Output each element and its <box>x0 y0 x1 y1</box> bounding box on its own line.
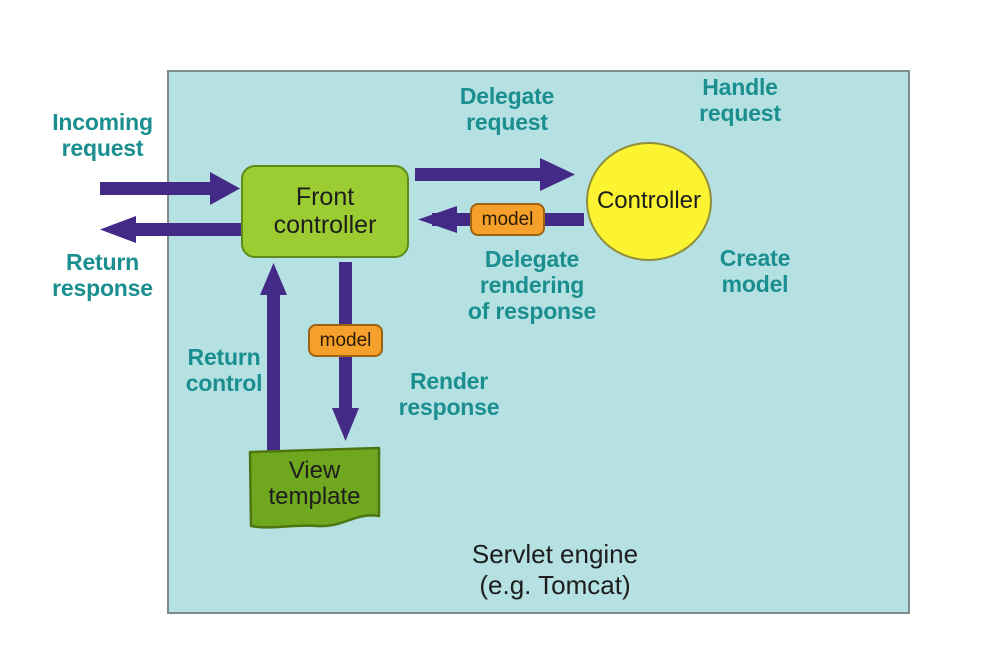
label-return-control: Return control <box>185 344 263 396</box>
label-delegate-rendering-of-response: Delegate rendering of response <box>467 246 597 324</box>
label-render-response: Render response <box>398 368 500 420</box>
node-view-template-label: View template <box>268 457 361 511</box>
model-badge-render-response[interactable]: model <box>308 324 383 357</box>
label-return-response: Return response <box>52 249 153 301</box>
label-incoming-request: Incoming request <box>52 109 153 161</box>
node-front-controller[interactable]: Front controller <box>241 165 409 258</box>
diagram-canvas: Front controller Controller View templat… <box>0 0 1000 653</box>
servlet-engine-caption: Servlet engine (e.g. Tomcat) <box>471 539 639 600</box>
model-badge-delegate-rendering[interactable]: model <box>470 203 545 236</box>
node-front-controller-label: Front controller <box>273 183 377 239</box>
model-badge-label: model <box>481 208 534 230</box>
model-badge-label: model <box>319 329 372 351</box>
node-view-template[interactable]: View template <box>247 446 382 534</box>
node-controller[interactable]: Controller <box>586 142 712 261</box>
label-handle-request: Handle request <box>699 74 781 126</box>
node-controller-label: Controller <box>596 187 702 215</box>
label-create-model: Create model <box>719 245 791 297</box>
label-delegate-request: Delegate request <box>459 83 555 135</box>
